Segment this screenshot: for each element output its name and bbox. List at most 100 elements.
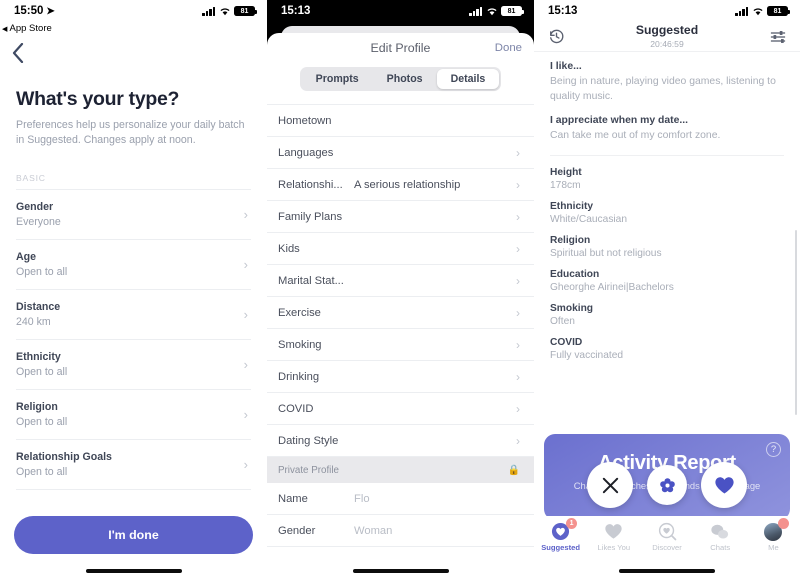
wifi-icon	[752, 7, 764, 16]
vertical-scrollbar[interactable]	[795, 230, 797, 415]
pref-value: Everyone	[16, 216, 61, 229]
private-row-gender[interactable]: Gender Woman	[267, 515, 534, 547]
chevron-right-icon: ›	[516, 433, 520, 448]
pref-value: 240 km	[16, 316, 51, 329]
tab-discover[interactable]: Discover	[640, 522, 693, 552]
fact-value: Often	[550, 315, 575, 327]
detail-label: Marital Stat...	[278, 274, 344, 287]
home-indicator	[85, 569, 182, 573]
pref-row-relationship-goals[interactable]: Relationship Goals Open to all ›	[16, 440, 251, 491]
pref-row-ethnicity[interactable]: Ethnicity Open to all ›	[16, 340, 251, 391]
pref-label: Relationship Goals	[16, 451, 112, 464]
pref-row-gender[interactable]: Gender Everyone ›	[16, 190, 251, 241]
chevron-right-icon: ›	[516, 369, 520, 384]
done-button[interactable]: Done	[495, 42, 522, 54]
back-button[interactable]	[12, 40, 34, 66]
detail-label: Name	[278, 492, 308, 505]
rose-button[interactable]	[647, 465, 687, 505]
fact-row-ethnicity: Ethnicity White/Caucasian	[550, 201, 784, 225]
tab-suggested[interactable]: 1 Suggested	[534, 518, 587, 552]
tab-prompts[interactable]: Prompts	[302, 69, 373, 89]
tab-chats[interactable]: Chats	[694, 522, 747, 552]
filter-sliders-icon	[770, 30, 786, 43]
prompt-question: I like...	[550, 61, 582, 72]
chevron-right-icon: ›	[243, 257, 248, 273]
tab-label: Me	[768, 543, 779, 552]
chevron-right-icon: ›	[516, 273, 520, 288]
chat-bubbles-icon	[710, 522, 730, 541]
status-bar: 15:50 ➤ 81	[0, 0, 267, 22]
tab-photos[interactable]: Photos	[373, 69, 437, 89]
pass-button[interactable]	[587, 462, 633, 508]
private-row-name[interactable]: Name Flo	[267, 483, 534, 515]
filter-button[interactable]	[768, 27, 788, 47]
detail-row-family-plans[interactable]: Family Plans ›	[267, 201, 534, 233]
back-app-label: App Store	[9, 23, 52, 34]
history-rewind-button[interactable]	[546, 27, 566, 47]
tab-likes-you[interactable]: Likes You	[587, 522, 640, 552]
sheet-title: Edit Profile	[370, 41, 431, 55]
fact-key: Education	[550, 268, 600, 280]
chevron-right-icon: ›	[516, 209, 520, 224]
chevron-left-icon	[12, 43, 24, 63]
prompt-block: I appreciate when my date... Can take me…	[550, 115, 784, 144]
detail-row-languages[interactable]: Languages ›	[267, 137, 534, 169]
tab-details[interactable]: Details	[436, 69, 500, 89]
details-list: Hometown Languages › Relationshi... A se…	[267, 104, 534, 547]
tab-me[interactable]: Me	[747, 518, 800, 552]
detail-value: Flo	[354, 492, 370, 505]
heart-icon	[604, 522, 623, 541]
page-title: What's your type?	[16, 88, 180, 110]
list-fade-overlay	[16, 490, 251, 517]
detail-row-relationship[interactable]: Relationshi... A serious relationship ›	[267, 169, 534, 201]
status-bar: 15:13 81	[534, 0, 800, 22]
home-indicator	[619, 569, 715, 573]
battery-level: 81	[507, 7, 516, 15]
pref-label: Ethnicity	[16, 351, 61, 364]
pref-row-distance[interactable]: Distance 240 km ›	[16, 290, 251, 341]
heart-icon	[714, 476, 734, 493]
section-label: Private Profile	[278, 464, 339, 476]
like-button[interactable]	[701, 462, 747, 508]
suggested-header: Suggested 20:46:59	[534, 22, 800, 52]
detail-row-smoking[interactable]: Smoking ›	[267, 329, 534, 361]
screen-suggested: 15:13 81 Suggested 20:46:59 I like... Be…	[534, 0, 800, 580]
status-time: 15:13	[281, 5, 311, 17]
detail-label: Family Plans	[278, 210, 343, 223]
action-buttons	[534, 462, 800, 508]
tab-label: Chats	[710, 543, 731, 552]
pref-row-age[interactable]: Age Open to all ›	[16, 240, 251, 291]
status-time: 15:50	[14, 5, 44, 17]
screen-edit-profile: 15:13 81 Edit Profile Done Prompts Photo…	[267, 0, 534, 580]
chevron-right-icon: ›	[516, 241, 520, 256]
close-x-icon	[602, 477, 618, 493]
back-to-app-store-link[interactable]: ◀ App Store	[0, 22, 267, 34]
detail-row-exercise[interactable]: Exercise ›	[267, 297, 534, 329]
detail-value: A serious relationship	[354, 178, 461, 191]
tab-label: Discover	[652, 543, 682, 552]
history-rewind-icon	[549, 29, 563, 44]
cellular-signal-icon	[469, 6, 482, 16]
detail-row-kids[interactable]: Kids ›	[267, 233, 534, 265]
detail-row-dating-style[interactable]: Dating Style ›	[267, 425, 534, 457]
im-done-button[interactable]: I'm done	[14, 516, 253, 554]
pref-label: Age	[16, 251, 37, 264]
three-phone-screenshots: 15:50 ➤ 81 ◀ App Store What's your type?	[0, 0, 800, 580]
detail-row-hometown[interactable]: Hometown	[267, 105, 534, 137]
detail-label: Kids	[278, 242, 300, 255]
detail-row-covid[interactable]: COVID ›	[267, 393, 534, 425]
detail-row-marital-status[interactable]: Marital Stat... ›	[267, 265, 534, 297]
fact-row-education: Education Gheorghe Airinei|Bachelors	[550, 269, 784, 293]
prompt-block: I like... Being in nature, playing video…	[550, 61, 784, 104]
pref-row-religion[interactable]: Religion Open to all ›	[16, 390, 251, 441]
location-arrow-icon: ➤	[46, 5, 55, 17]
prompt-answer: Being in nature, playing video games, li…	[550, 76, 776, 102]
detail-label: Drinking	[278, 370, 320, 383]
detail-label: Hometown	[278, 114, 332, 127]
detail-label: COVID	[278, 402, 314, 415]
fact-key: COVID	[550, 336, 583, 348]
detail-row-drinking[interactable]: Drinking ›	[267, 361, 534, 393]
fact-value: Fully vaccinated	[550, 349, 624, 361]
fact-key: Religion	[550, 234, 591, 246]
chevron-right-icon: ›	[516, 305, 520, 320]
